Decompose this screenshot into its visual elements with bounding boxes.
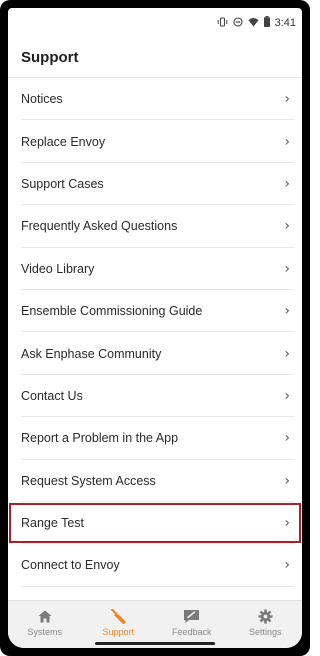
gear-icon — [258, 607, 273, 625]
battery-icon — [263, 16, 270, 30]
home-icon — [38, 607, 52, 625]
dnd-icon — [233, 16, 243, 30]
menu-item-label: Connect to Envoy — [21, 558, 120, 573]
menu-item-label: Report a Problem in the App — [21, 431, 179, 446]
menu-item-label: Ensemble Commissioning Guide — [21, 304, 203, 319]
menu-item-notices[interactable]: Notices › — [8, 78, 302, 121]
menu-item-report-problem[interactable]: Report a Problem in the App › — [8, 417, 302, 460]
menu-item-label: Notices — [21, 92, 63, 107]
menu-item-label: Ask Enphase Community — [21, 346, 162, 361]
phone-frame: 3:41 Support Notices › Replace Envoy › S… — [0, 0, 310, 656]
chevron-right-icon: › — [284, 133, 290, 150]
chevron-right-icon: › — [284, 303, 290, 320]
screen: 3:41 Support Notices › Replace Envoy › S… — [8, 8, 302, 648]
tab-label: Systems — [27, 627, 62, 637]
tab-label: Settings — [248, 627, 282, 637]
menu-item-ensemble-guide[interactable]: Ensemble Commissioning Guide › — [8, 290, 302, 333]
status-time: 3:41 — [274, 17, 296, 29]
chevron-right-icon: › — [284, 260, 290, 277]
tab-feedback[interactable]: Feedback — [155, 601, 229, 648]
menu-item-range-test[interactable]: Range Test › — [8, 502, 302, 545]
status-bar: 3:41 — [8, 8, 302, 38]
menu-item-label: Frequently Asked Questions — [21, 219, 178, 234]
menu-item-replace-envoy[interactable]: Replace Envoy › — [8, 120, 302, 164]
menu-item-label: Request System Access — [21, 473, 156, 488]
tab-systems[interactable]: Systems — [8, 601, 82, 648]
menu-item-contact-us[interactable]: Contact Us › — [8, 375, 302, 418]
menu-item-connect-envoy[interactable]: Connect to Envoy › — [8, 544, 302, 588]
menu-item-video-library[interactable]: Video Library › — [8, 248, 302, 291]
tab-settings[interactable]: Settings — [229, 601, 303, 648]
feedback-icon — [183, 607, 200, 625]
wifi-icon — [248, 17, 259, 30]
menu-item-label: Video Library — [21, 261, 95, 276]
menu-item-request-access[interactable]: Request System Access › — [8, 460, 302, 503]
chevron-right-icon: › — [284, 218, 290, 235]
menu-item-support-cases[interactable]: Support Cases › — [8, 163, 302, 206]
chevron-right-icon: › — [284, 472, 290, 489]
bottom-tab-bar: Systems Support Feedback Settings — [8, 600, 302, 648]
chevron-right-icon: › — [284, 557, 290, 574]
menu-item-label: Support Cases — [21, 176, 104, 191]
tab-label: Support — [102, 627, 135, 637]
tab-label: Feedback — [171, 627, 212, 637]
menu-item-faq[interactable]: Frequently Asked Questions › — [8, 205, 302, 248]
menu-item-label: Range Test — [21, 516, 85, 531]
tab-support[interactable]: Support — [82, 601, 156, 648]
menu-item-label: Replace Envoy — [21, 134, 106, 149]
chevron-right-icon: › — [284, 430, 290, 447]
chevron-right-icon: › — [284, 515, 290, 532]
wrench-icon — [110, 607, 126, 625]
menu-item-label: Contact Us — [21, 388, 83, 403]
chevron-right-icon: › — [284, 387, 290, 404]
chevron-right-icon: › — [284, 91, 290, 108]
chevron-right-icon: › — [284, 175, 290, 192]
page-title: Support — [8, 38, 302, 78]
menu-item-ask-community[interactable]: Ask Enphase Community › — [8, 332, 302, 376]
vibrate-icon — [217, 16, 228, 30]
support-menu: Notices › Replace Envoy › Support Cases … — [8, 78, 302, 588]
home-indicator[interactable] — [95, 642, 215, 645]
chevron-right-icon: › — [284, 345, 290, 362]
